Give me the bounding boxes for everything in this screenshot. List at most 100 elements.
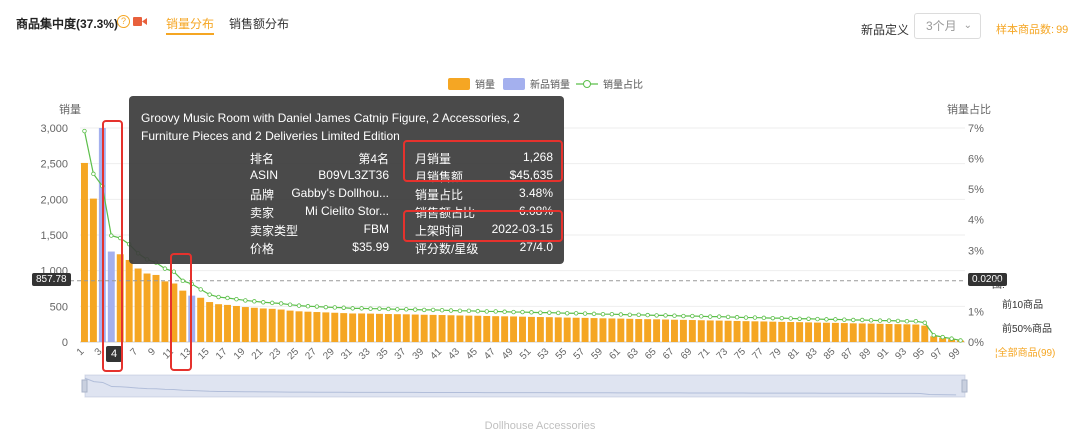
y-right-tick-label: 5% <box>968 184 984 196</box>
x-tick-label: 83 <box>804 346 820 362</box>
y-right-axis-title: 销量占比 <box>947 102 991 116</box>
bar <box>501 316 509 342</box>
line-point <box>859 317 865 323</box>
line-point <box>868 318 874 323</box>
line-point <box>323 304 329 310</box>
bar <box>760 321 768 342</box>
bar <box>903 324 911 342</box>
bar <box>787 322 795 342</box>
bar <box>358 313 366 342</box>
line-point <box>797 316 802 321</box>
range-top10[interactable]: 前10商品 <box>1002 296 1043 311</box>
bar <box>742 321 750 342</box>
highlight-box-bar-13 <box>170 253 192 371</box>
bar <box>608 318 616 342</box>
highlight-box-monthly-sales <box>403 140 563 182</box>
zoom-handle-left <box>81 379 88 393</box>
line-point <box>922 320 927 325</box>
range-all-products-label: 全部商品(99) <box>997 348 1056 359</box>
line-point <box>529 310 534 315</box>
bar <box>456 315 464 342</box>
tooltip-left-value: Gabby's Dollhou... <box>291 186 389 200</box>
x-tick-label: 41 <box>429 346 445 362</box>
line-point <box>779 315 784 321</box>
bar <box>805 322 813 342</box>
bar <box>536 317 544 342</box>
line-point <box>725 314 731 320</box>
bar <box>143 273 151 342</box>
line-point <box>439 308 445 313</box>
bar <box>527 316 535 342</box>
y-right-tick-label: 0% <box>968 337 984 349</box>
line-point <box>904 319 910 324</box>
bar <box>697 320 705 342</box>
line-point <box>162 266 168 271</box>
x-tick-label: 65 <box>643 346 659 362</box>
bar <box>322 312 330 342</box>
bar <box>393 314 401 342</box>
bar <box>259 308 267 342</box>
highlight-box-listing-date <box>403 210 563 242</box>
x-tick-label: 43 <box>446 346 462 362</box>
line-point <box>591 311 597 317</box>
bar <box>206 302 214 342</box>
bar <box>769 321 777 342</box>
x-tick-label: 47 <box>482 346 498 362</box>
line-point <box>368 306 373 311</box>
bar <box>286 310 294 342</box>
line-point <box>261 300 266 305</box>
line-point <box>493 309 498 314</box>
bar <box>751 321 759 342</box>
bar <box>224 304 231 342</box>
y-right-tick-label: 3% <box>968 245 984 257</box>
tooltip-left-key: 排名 <box>250 152 275 166</box>
tooltip-left-value: FBM <box>363 222 389 236</box>
x-tick-label: 37 <box>393 346 409 362</box>
bar <box>796 322 804 342</box>
x-tick-label: 87 <box>840 346 856 362</box>
line-point <box>564 311 570 316</box>
bar <box>715 320 723 342</box>
y-tick-label: 0 <box>62 337 68 349</box>
line-point <box>877 318 883 323</box>
bar <box>706 320 714 342</box>
line-point <box>600 311 606 317</box>
bar <box>81 162 88 342</box>
line-point <box>842 317 847 322</box>
x-tick-label: 1 <box>75 346 87 358</box>
line-point <box>278 301 284 306</box>
bar <box>420 314 428 342</box>
bar <box>662 319 669 342</box>
range-top50pct[interactable]: 前50%商品 <box>1002 320 1052 335</box>
line-point <box>609 311 615 317</box>
bar <box>590 318 598 342</box>
y-right-tick-label: 4% <box>968 215 984 227</box>
line-point <box>556 310 561 316</box>
x-tick-label: 95 <box>911 346 927 362</box>
x-tick-label: 23 <box>268 346 284 362</box>
x-tick-label: 39 <box>411 346 427 362</box>
x-tick-label: 57 <box>572 346 588 362</box>
x-tick-label: 91 <box>875 346 891 362</box>
bar <box>671 319 678 342</box>
x-tick-label: 45 <box>464 346 480 362</box>
range-all-products[interactable]: ¦全部商品(99) <box>995 344 1055 359</box>
line-point <box>413 307 418 312</box>
x-tick-label: 89 <box>858 346 874 362</box>
x-tick-label: 59 <box>589 346 605 362</box>
line-point <box>305 304 311 309</box>
bar <box>483 315 491 342</box>
line-point <box>269 300 275 306</box>
y-axis-title: 销量 <box>59 102 81 116</box>
line-point <box>475 308 481 314</box>
bar <box>644 319 652 342</box>
y-tick-label: 2,000 <box>40 194 68 206</box>
bar <box>653 319 661 342</box>
line-point <box>663 313 668 318</box>
bar <box>858 323 866 342</box>
line-point <box>958 338 963 343</box>
x-tick-label: 63 <box>625 346 641 362</box>
line-point <box>886 318 892 323</box>
line-point <box>91 171 96 177</box>
y-tick-label: 2,500 <box>40 159 68 171</box>
